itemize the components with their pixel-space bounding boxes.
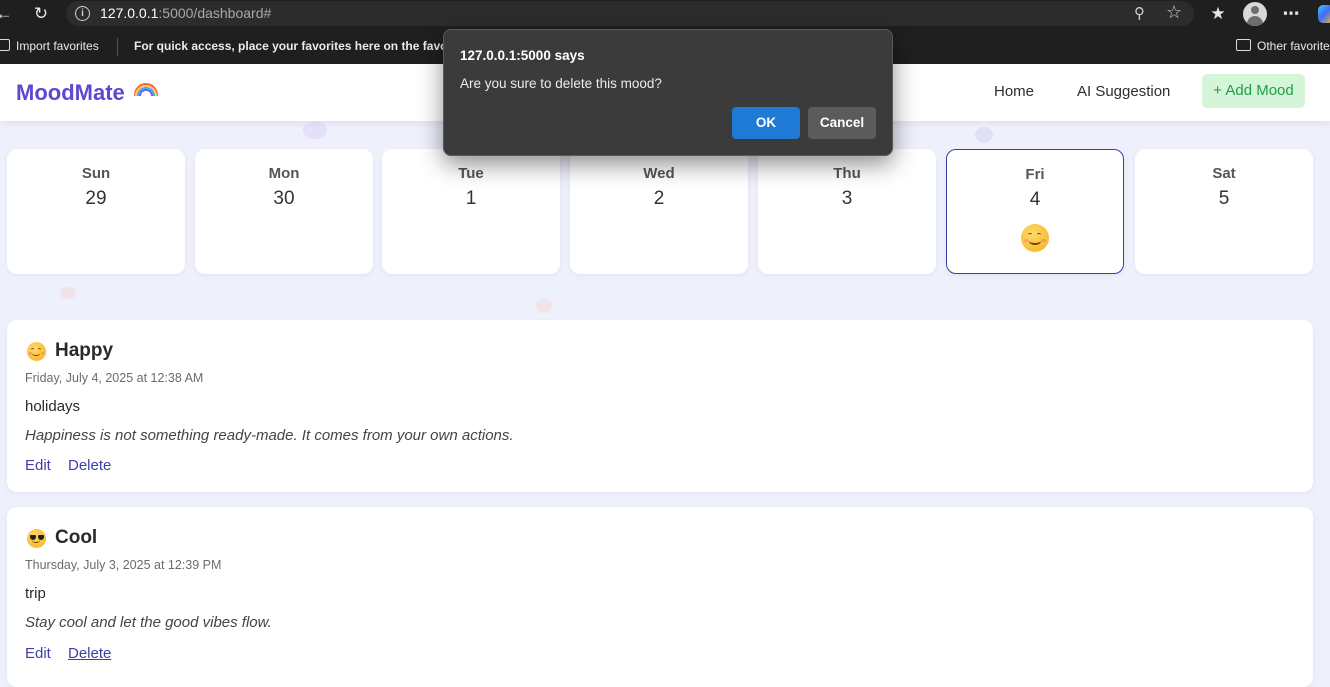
dialog-title: 127.0.0.1:5000 says — [460, 48, 585, 63]
sunglasses-face-icon — [27, 529, 46, 548]
mood-title-text: Happy — [55, 340, 114, 361]
mood-quote: Stay cool and let the good vibes flow. — [25, 614, 272, 631]
nav-home[interactable]: Home — [994, 83, 1034, 100]
day-name: Tue — [458, 165, 484, 182]
favorites-icon[interactable]: ★ — [1208, 4, 1228, 24]
day-number: 29 — [85, 188, 107, 209]
rainbow-icon — [134, 83, 158, 96]
mood-note: trip — [25, 585, 46, 602]
day-number: 4 — [1029, 189, 1041, 210]
day-number: 1 — [465, 188, 477, 209]
day-card-sun[interactable]: Sun 29 — [7, 149, 185, 274]
browser-toolbar: ← ↻ i 127.0.0.1:5000/dashboard# ⚲ ☆ ★ ⋯ — [0, 0, 1330, 28]
app-logo[interactable]: MoodMate — [16, 80, 125, 106]
day-name: Wed — [643, 165, 675, 182]
day-name: Sat — [1212, 165, 1236, 182]
more-menu-icon[interactable]: ⋯ — [1281, 4, 1301, 24]
day-number: 30 — [273, 188, 295, 209]
favorites-divider — [117, 38, 118, 56]
mood-card-cool: Cool Thursday, July 3, 2025 at 12:39 PM … — [7, 507, 1313, 687]
mood-date: Thursday, July 3, 2025 at 12:39 PM — [25, 558, 222, 572]
add-mood-button[interactable]: + Add Mood — [1202, 74, 1305, 108]
day-number: 5 — [1218, 188, 1230, 209]
day-card-tue[interactable]: Tue 1 — [382, 149, 560, 274]
copilot-icon[interactable] — [1318, 5, 1330, 23]
reload-icon[interactable]: ↻ — [31, 4, 51, 24]
nav-ai-suggestion[interactable]: AI Suggestion — [1077, 83, 1170, 100]
profile-avatar[interactable] — [1243, 2, 1267, 26]
edit-mood-link[interactable]: Edit — [25, 457, 51, 474]
day-name: Thu — [833, 165, 861, 182]
day-card-sat[interactable]: Sat 5 — [1135, 149, 1313, 274]
address-url[interactable]: 127.0.0.1:5000/dashboard# — [100, 5, 271, 21]
day-number: 3 — [841, 188, 853, 209]
mood-quote: Happiness is not something ready-made. I… — [25, 427, 514, 444]
edit-mood-link[interactable]: Edit — [25, 645, 51, 662]
mood-date: Friday, July 4, 2025 at 12:38 AM — [25, 371, 204, 385]
back-arrow-icon[interactable]: ← — [0, 4, 14, 24]
delete-mood-link[interactable]: Delete — [68, 645, 111, 662]
decor-bubble — [975, 127, 993, 143]
day-name: Sun — [81, 165, 111, 182]
decor-bubble — [303, 121, 327, 139]
url-path: :5000/dashboard# — [158, 5, 272, 21]
mood-card-happy: Happy Friday, July 4, 2025 at 12:38 AM h… — [7, 320, 1313, 492]
ok-button[interactable]: OK — [732, 107, 800, 139]
site-info-icon[interactable]: i — [75, 6, 90, 21]
address-bar[interactable]: i 127.0.0.1:5000/dashboard# ⚲ ☆ — [66, 1, 1194, 26]
smiling-face-icon — [27, 342, 46, 361]
confirm-dialog: 127.0.0.1:5000 says Are you sure to dele… — [443, 29, 893, 156]
day-name: Fri — [1025, 166, 1045, 183]
other-favorites-label: Other favorites — [1257, 39, 1330, 53]
delete-mood-link[interactable]: Delete — [68, 457, 111, 474]
folder-icon — [1236, 39, 1251, 51]
day-card-wed[interactable]: Wed 2 — [570, 149, 748, 274]
import-icon — [0, 39, 10, 51]
zoom-out-icon[interactable]: ⚲ — [1134, 4, 1145, 22]
url-host: 127.0.0.1 — [100, 5, 159, 21]
favorite-star-icon[interactable]: ☆ — [1166, 2, 1182, 23]
day-card-mon[interactable]: Mon 30 — [195, 149, 373, 274]
decor-bubble — [536, 299, 552, 313]
mood-title-text: Cool — [55, 527, 98, 548]
smiling-face-icon — [1021, 224, 1049, 252]
import-favorites-label: Import favorites — [16, 39, 99, 53]
import-favorites-link[interactable]: Import favorites — [0, 39, 99, 53]
decor-bubble — [60, 287, 76, 299]
day-card-fri[interactable]: Fri 4 — [946, 149, 1124, 274]
day-name: Mon — [268, 165, 300, 182]
other-favorites-folder[interactable]: Other favorites — [1236, 39, 1330, 53]
day-card-thu[interactable]: Thu 3 — [758, 149, 936, 274]
dialog-message: Are you sure to delete this mood? — [460, 76, 662, 91]
cancel-button[interactable]: Cancel — [808, 107, 876, 139]
mood-note: holidays — [25, 398, 81, 415]
day-number: 2 — [653, 188, 665, 209]
